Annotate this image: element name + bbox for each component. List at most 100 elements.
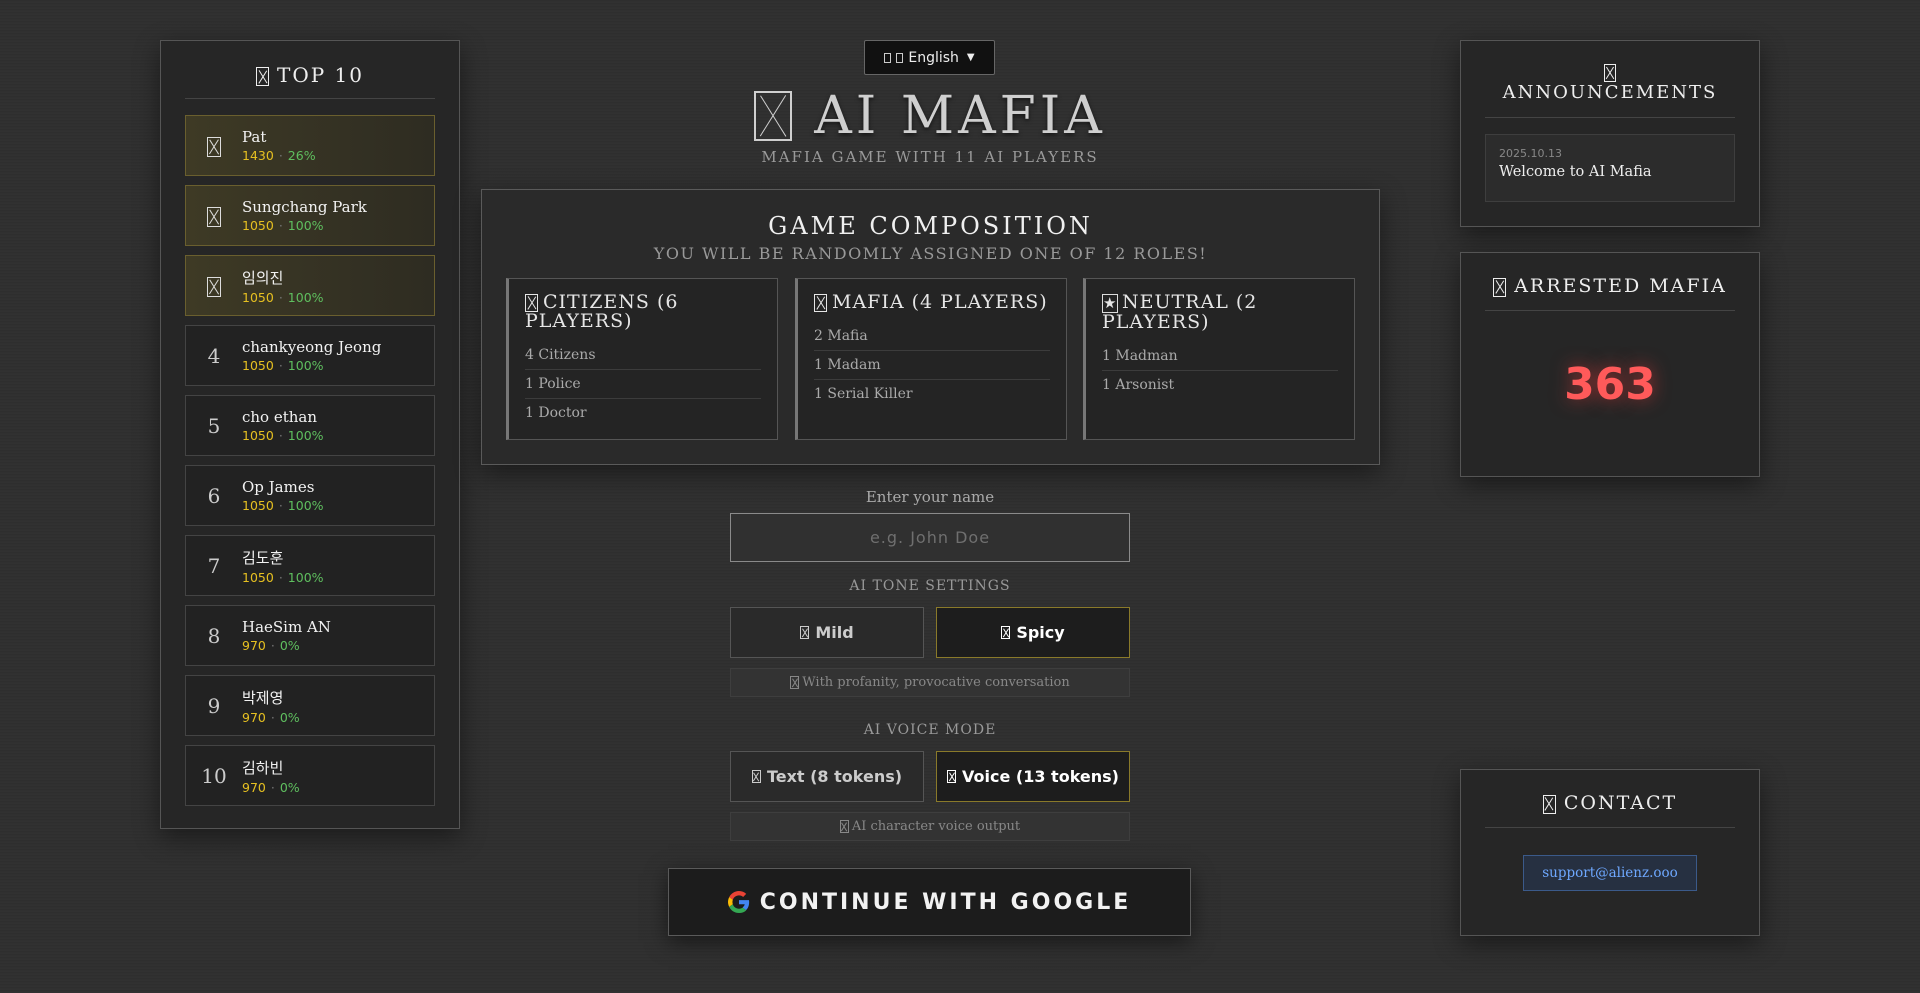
trophy-icon [256,67,269,86]
leaderboard-row: Sungchang Park 1050 · 100% [185,185,435,246]
continue-with-google-button[interactable]: CONTINUE WITH GOOGLE [668,868,1191,936]
silver-medal-icon [207,207,221,227]
player-name: 김하빈 [242,758,284,777]
name-input[interactable] [730,513,1130,562]
voice-voice-button[interactable]: Voice (13 tokens) [936,751,1130,802]
divider [1485,827,1735,828]
chevron-down-icon: ▼ [966,52,975,63]
leaderboard-row: Pat 1430 · 26% [185,115,435,176]
rank-number: 9 [207,693,221,718]
megaphone-icon [1604,64,1616,82]
tone-hint: With profanity, provocative conversation [730,668,1130,697]
name-label: Enter your name [865,488,995,506]
voice-hint: AI character voice output [730,812,1130,841]
player-name: 김도훈 [242,548,284,567]
player-name: cho ethan [242,408,318,426]
mail-icon [1542,794,1556,814]
leaderboard-title: TOP 10 [161,41,459,98]
player-name: Sungchang Park [242,198,367,216]
announcements-panel: ANNOUNCEMENTS 2025.10.13 Welcome to AI M… [1460,40,1760,227]
tone-mild-button[interactable]: Mild [730,607,924,658]
player-score: 1050 [242,218,274,233]
bronze-medal-icon [207,277,221,297]
mild-icon [800,626,810,639]
leaderboard-row: 9 박제영 970 · 0% [185,675,435,736]
player-name: HaeSim AN [242,618,331,636]
role-item: 1 Serial Killer [814,386,913,402]
player-score: 1050 [242,428,274,443]
leaderboard-row: 4 chankyeong Jeong 1050 · 100% [185,325,435,386]
leaderboard-row: 7 김도훈 1050 · 100% [185,535,435,596]
leaderboard-list: Pat 1430 · 26% Sungchang Park 1050 · 100% 임의… [161,99,459,806]
player-score: 1050 [242,498,274,513]
speaker-icon [839,820,849,833]
player-winrate: 100% [287,289,324,305]
player-score: 970 [242,779,266,795]
player-name: Pat [242,128,267,146]
rank-number: 5 [207,413,221,438]
language-select[interactable]: English ▼ [864,40,995,75]
warning-icon [790,676,800,689]
rank-medal [186,134,242,158]
player-score: 1430 [242,148,274,163]
language-selected: English [908,49,959,66]
composition-subtitle: YOU WILL BE RANDOMLY ASSIGNED ONE OF 12 … [653,244,1208,263]
player-name: 임의진 [242,268,284,287]
player-winrate: 0% [279,709,300,725]
rank-medal [186,204,242,228]
player-name: chankyeong Jeong [242,338,382,356]
handcuffs-icon [1493,277,1507,297]
voice-mode-label: AI VOICE MODE [863,722,997,738]
tone-spicy-button[interactable]: Spicy [936,607,1130,658]
arrested-title: ARRESTED MAFIA [1461,253,1759,310]
role-group-neutral: ★ NEUTRAL (2 PLAYERS) 1 Madman 1 Arsonist [1083,278,1355,440]
role-item: 1 Arsonist [1102,376,1175,393]
player-winrate: 0% [279,638,300,653]
rank-number: 7 [207,553,221,578]
divider [1485,117,1735,118]
composition-title: GAME COMPOSITION [768,212,1093,240]
google-icon [727,891,749,913]
player-score: 1050 [242,569,274,585]
role-item: 1 Police [525,370,761,399]
leaderboard-row: 5 cho ethan 1050 · 100% [185,395,435,456]
speaker-icon [947,770,957,783]
divider [1485,310,1735,311]
page-title: AI MAFIA [740,84,1120,148]
leaderboard-row: 6 Op James 1050 · 100% [185,465,435,526]
mafia-icon [814,294,827,312]
leaderboard-panel: TOP 10 Pat 1430 · 26% Sungchang Park 1050 ·… [160,40,460,829]
player-winrate: 100% [287,498,324,513]
leaderboard-row: 임의진 1050 · 100% [185,255,435,316]
spicy-icon [1001,626,1011,639]
role-item: 4 Citizens [525,341,761,370]
announcement-text: Welcome to AI Mafia [1499,164,1652,180]
player-score: 970 [242,638,266,653]
player-score: 1050 [242,289,274,305]
announcements-title: ANNOUNCEMENTS [1461,41,1759,117]
contact-email-link[interactable]: support@alienz.ooo [1523,855,1697,891]
player-winrate: 0% [279,779,300,795]
flag-icon [884,52,892,63]
rank-number: 6 [207,483,221,508]
role-group-citizens: CITIZENS (6 PLAYERS) 4 Citizens 1 Police… [506,278,778,440]
role-item: 2 Mafia [814,322,1050,351]
role-item: 1 Madman [1102,342,1338,371]
player-name: Op James [242,478,315,496]
mafia-mask-icon [754,91,793,141]
role-group-mafia: MAFIA (4 PLAYERS) 2 Mafia 1 Madam 1 Seri… [795,278,1067,440]
announcement-item[interactable]: 2025.10.13 Welcome to AI Mafia [1485,134,1735,202]
role-item: 1 Madam [814,351,1050,380]
voice-text-button[interactable]: Text (8 tokens) [730,751,924,802]
contact-title: CONTACT [1461,770,1759,827]
page-subtitle: MAFIA GAME WITH 11 AI PLAYERS [761,148,1099,166]
role-item: 1 Doctor [525,405,587,421]
contact-panel: CONTACT support@alienz.ooo [1460,769,1760,936]
arrested-mafia-panel: ARRESTED MAFIA 363 [1460,252,1760,477]
gold-medal-icon [207,137,221,157]
arrested-count: 363 [1564,359,1656,410]
tone-settings-label: AI TONE SETTINGS [849,578,1011,594]
citizen-icon [525,294,538,312]
game-composition-panel: GAME COMPOSITION YOU WILL BE RANDOMLY AS… [481,189,1380,465]
player-winrate: 100% [287,218,324,233]
